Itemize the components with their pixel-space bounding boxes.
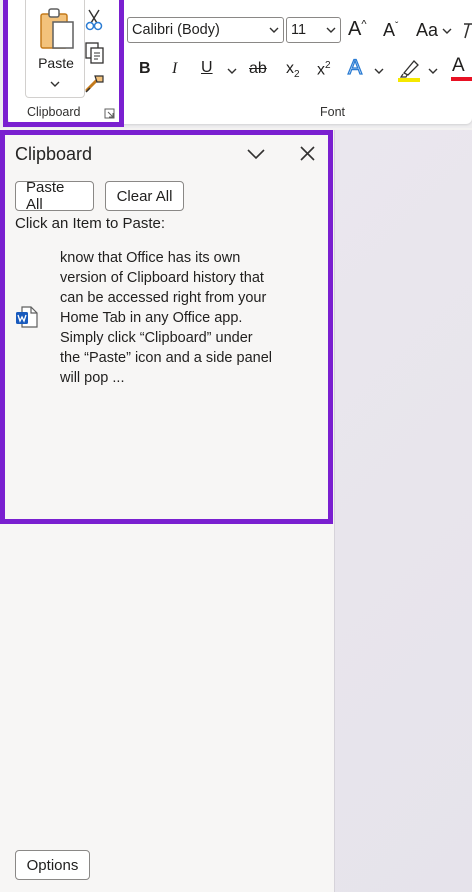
paste-hint: Click an Item to Paste:	[15, 215, 166, 232]
paste-all-button[interactable]: Paste All	[15, 179, 94, 213]
superscript-mark: 2	[325, 60, 331, 71]
ribbon: Paste Clipboard Calibri (Body) 11 A^ Aˇ	[0, 0, 472, 128]
strikethrough-button[interactable]: ab	[249, 60, 267, 78]
superscript-button[interactable]: x2	[317, 60, 331, 79]
chevron-down-icon[interactable]	[227, 67, 237, 75]
subscript-label: x	[286, 60, 294, 77]
shrink-font-label: A	[383, 20, 396, 40]
underline-button[interactable]: U	[201, 59, 213, 77]
chevron-down-icon	[326, 27, 336, 33]
clear-formatting-icon[interactable]	[462, 20, 472, 42]
caret-up-icon: ^	[361, 18, 367, 31]
clipboard-group-highlight	[3, 0, 124, 127]
clear-all-button[interactable]: Clear All	[105, 181, 184, 211]
shrink-font-button[interactable]: Aˇ	[383, 20, 398, 41]
paste-all-label: Paste All	[26, 179, 65, 213]
chevron-down-icon	[269, 27, 279, 33]
close-icon[interactable]	[300, 146, 315, 161]
chevron-down-icon[interactable]	[428, 67, 438, 75]
pane-options-chevron-icon[interactable]	[246, 148, 266, 160]
options-label: Options	[26, 856, 79, 874]
text-effects-button[interactable]: A	[347, 55, 362, 80]
grow-font-label: A	[348, 18, 362, 40]
font-name-value: Calibri (Body)	[132, 22, 220, 38]
subscript-mark: 2	[294, 69, 300, 81]
pane-title: Clipboard	[15, 144, 93, 164]
font-color-label: A	[452, 55, 465, 76]
font-name-combo[interactable]: Calibri (Body)	[127, 17, 284, 43]
task-pane-lower-area	[0, 524, 334, 892]
font-size-combo[interactable]: 11	[286, 17, 341, 43]
bold-button[interactable]: B	[139, 60, 151, 78]
change-case-label: Aa	[416, 20, 439, 40]
word-doc-icon	[16, 306, 38, 328]
superscript-label: x	[317, 61, 325, 79]
change-case-button[interactable]: Aa	[416, 20, 438, 41]
italic-button[interactable]: I	[172, 60, 177, 78]
font-color-swatch	[451, 77, 472, 81]
options-button[interactable]: Options	[15, 850, 90, 880]
clipboard-item-text: know that Office has its own version of …	[60, 250, 272, 386]
clear-all-label: Clear All	[116, 187, 173, 205]
subscript-button[interactable]: x2	[286, 60, 300, 80]
highlighter-icon[interactable]	[398, 57, 422, 83]
chevron-down-icon[interactable]	[374, 67, 384, 75]
chevron-down-icon[interactable]	[442, 27, 452, 35]
font-size-value: 11	[291, 22, 307, 38]
caret-down-icon: ˇ	[395, 21, 399, 32]
grow-font-button[interactable]: A^	[348, 18, 367, 41]
document-canvas[interactable]	[334, 130, 472, 892]
font-color-button[interactable]: A	[451, 55, 472, 83]
clipboard-item[interactable]: know that Office has its own version of …	[14, 244, 314, 394]
font-group-label: Font	[320, 105, 346, 119]
